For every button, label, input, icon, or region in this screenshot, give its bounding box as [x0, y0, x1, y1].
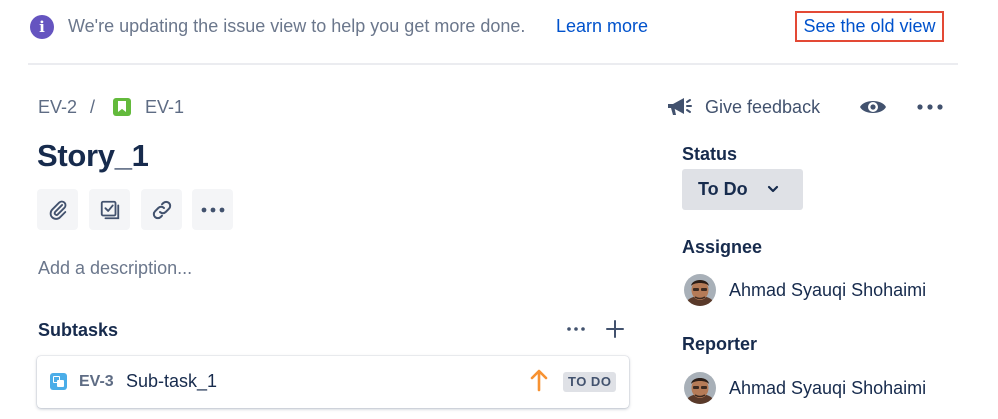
- subtask-status-lozenge[interactable]: TO DO: [563, 372, 617, 392]
- subtasks-more-button[interactable]: [565, 318, 587, 340]
- reporter-name[interactable]: Ahmad Syauqi Shohaimi: [729, 378, 926, 399]
- megaphone-icon: [668, 98, 692, 115]
- assignee-name[interactable]: Ahmad Syauqi Shohaimi: [729, 280, 926, 301]
- more-options-icon[interactable]: [916, 98, 944, 116]
- link-icon: [152, 200, 171, 219]
- issue-title[interactable]: Story_1: [37, 138, 149, 174]
- add-subtask-button[interactable]: [603, 317, 627, 341]
- reporter-avatar[interactable]: [684, 372, 716, 404]
- subtask-row[interactable]: EV-3 Sub-task_1 TO DO: [37, 356, 629, 408]
- info-icon: i: [30, 15, 54, 39]
- learn-more-link[interactable]: Learn more: [556, 16, 648, 37]
- breadcrumb-parent-link[interactable]: EV-2: [38, 97, 77, 118]
- user-photo-icon: [684, 372, 716, 404]
- priority-high-arrow-icon: [530, 369, 548, 392]
- subtask-icon: [50, 373, 67, 390]
- subtask-key-link[interactable]: EV-3: [79, 373, 114, 391]
- subtasks-heading: Subtasks: [38, 320, 119, 340]
- reporter-label: Reporter: [682, 334, 758, 354]
- give-feedback-button[interactable]: Give feedback: [705, 97, 820, 118]
- see-old-view-link[interactable]: See the old view: [795, 11, 944, 42]
- breadcrumb-separator: /: [90, 97, 96, 117]
- chevron-down-icon: [767, 185, 779, 193]
- link-issue-button[interactable]: [141, 189, 182, 230]
- plus-icon: [606, 320, 624, 338]
- paperclip-icon: [49, 200, 66, 220]
- eye-watch-icon[interactable]: [859, 96, 887, 118]
- info-banner: i We're updating the issue view to help …: [0, 0, 998, 58]
- subtask-checklist-icon: [100, 200, 119, 219]
- status-label: Status: [682, 144, 738, 164]
- status-value: To Do: [698, 179, 748, 199]
- status-dropdown[interactable]: To Do: [682, 169, 803, 210]
- story-icon: [113, 98, 131, 116]
- banner-message: We're updating the issue view to help yo…: [68, 16, 526, 36]
- more-actions-button[interactable]: [192, 189, 233, 230]
- assignee-label: Assignee: [682, 237, 763, 257]
- description-field[interactable]: Add a description...: [38, 258, 192, 279]
- create-subtask-button[interactable]: [89, 189, 130, 230]
- breadcrumb-current-link[interactable]: EV-1: [145, 97, 184, 118]
- assignee-avatar[interactable]: [684, 274, 716, 306]
- ellipsis-icon: [201, 207, 224, 212]
- ellipsis-icon: [567, 327, 585, 331]
- banner-divider: [28, 63, 958, 65]
- user-photo-icon: [684, 274, 716, 306]
- attach-button[interactable]: [37, 189, 78, 230]
- subtask-summary[interactable]: Sub-task_1: [126, 371, 217, 392]
